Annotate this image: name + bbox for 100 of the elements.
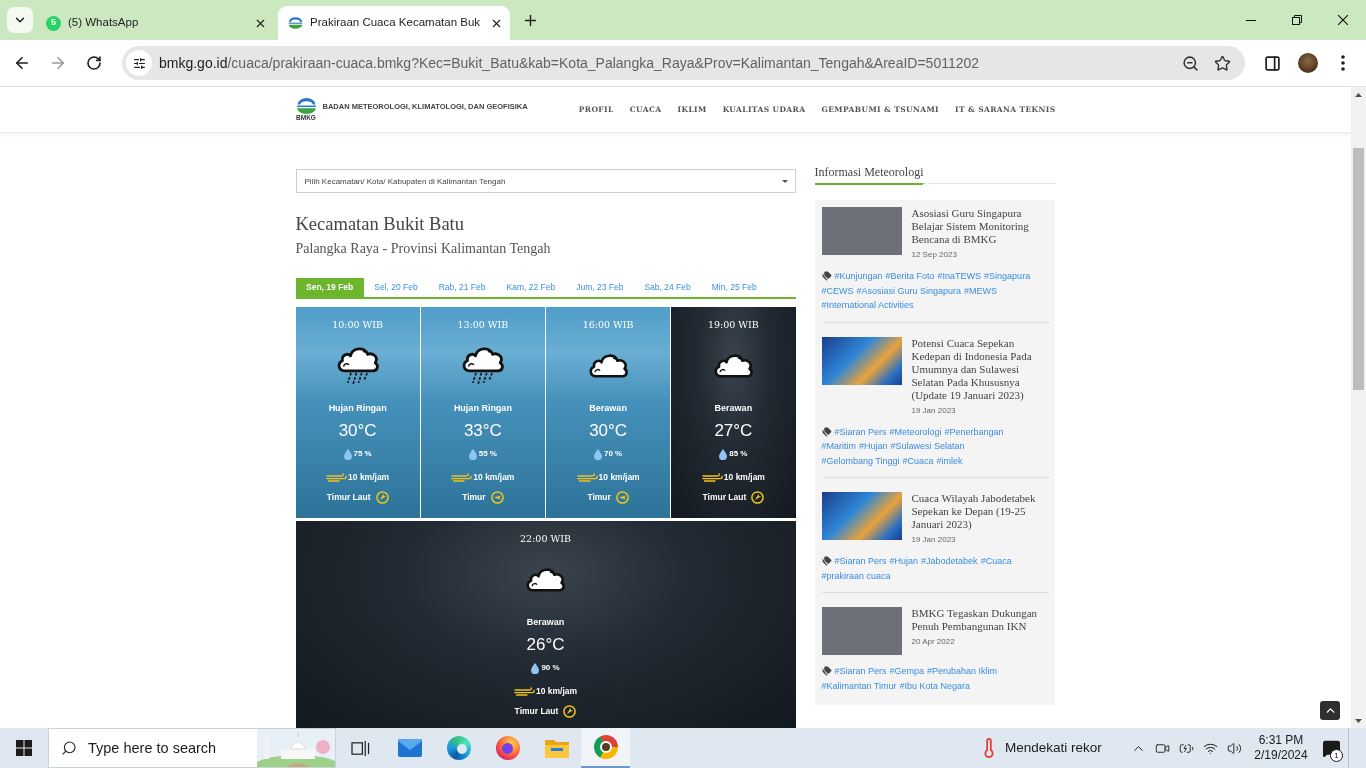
close-icon xyxy=(1338,15,1348,25)
forecast-time: 22:00 WIB xyxy=(520,533,571,545)
news-title[interactable]: Asosiasi Guru Singapura Belajar Sistem Monitoring Bencana di BMKG xyxy=(911,207,1046,246)
forecast-time: 19:00 WIB xyxy=(707,319,759,331)
caret-icon xyxy=(781,180,788,183)
wind-direction: Timur Laut xyxy=(326,491,371,503)
wind-icon xyxy=(513,686,535,696)
tag-link[interactable]: #Berita Foto xyxy=(885,269,935,284)
tag-link[interactable]: #Gempa xyxy=(889,664,925,679)
wifi-icon xyxy=(1202,740,1218,756)
tab-search-button[interactable] xyxy=(7,7,33,33)
tag-link[interactable]: #Hujan xyxy=(859,439,888,454)
wind-direction: Timur xyxy=(462,491,486,503)
tag-link[interactable]: #Kalimantan Timur xyxy=(821,678,897,693)
news-title[interactable]: Potensi Cuaca Sepekan Kedepan di Indonesia Pada Umumnya dan Sulawesi Selatan Pada Khususnya (Update 19 Januari 2023) xyxy=(911,336,1046,402)
clock-time[interactable]: 6:31 PM xyxy=(1258,733,1304,748)
triangle-down-icon xyxy=(1355,718,1362,723)
tag-link[interactable]: #Perubahan Iklim xyxy=(927,664,998,679)
water-drop-icon xyxy=(468,448,477,460)
windows-logo-icon xyxy=(16,740,32,756)
temperature: 30°C xyxy=(338,421,377,441)
tag-link[interactable]: #Siaran Pers xyxy=(834,664,887,679)
browser-tab[interactable]: 5 (5) WhatsApp xyxy=(36,6,274,40)
address-bar[interactable]: bmkg.go.id/cuaca/prakiraan-cuaca.bmkg?Kec=Bukit_Batu&kab=Kota_Palangka_Raya&Prov=Kalimantan_Tengah&AreaID=5011202 xyxy=(122,46,1245,80)
tag-link[interactable]: #Hujan xyxy=(889,554,919,569)
tag-link[interactable]: #Maritim xyxy=(821,439,856,454)
tag-link[interactable]: #Gelombang Tinggi xyxy=(821,453,900,468)
humidity-value: 70 % xyxy=(604,448,623,460)
scrollbar-thumb[interactable] xyxy=(1353,148,1364,390)
day-tab[interactable]: Sel, 20 Feb xyxy=(363,278,429,297)
news-date: 19 Jan 2023 xyxy=(911,535,957,545)
tag-link[interactable]: #Jabodetabek xyxy=(921,554,978,569)
tag-link[interactable]: #International Activities xyxy=(821,298,914,313)
taskbar-app-button[interactable] xyxy=(581,728,630,768)
wind-speed: 10 km/jam xyxy=(723,471,765,483)
task-view-icon xyxy=(351,739,370,757)
day-tab[interactable]: Sab, 24 Feb xyxy=(633,278,702,297)
water-drop-icon xyxy=(594,448,602,460)
news-date: 19 Jan 2023 xyxy=(911,405,957,416)
more-icon xyxy=(1341,55,1345,71)
tag-link[interactable]: #Meteorologi xyxy=(889,424,942,439)
temperature: 33°C xyxy=(463,421,502,441)
restore-icon xyxy=(1292,15,1302,25)
humidity-value: 90 % xyxy=(541,662,560,674)
rain-cloud-icon xyxy=(460,345,505,385)
news-title[interactable]: BMKG Tegaskan Dukungan Penuh Pembangunan IKN xyxy=(911,607,1046,633)
day-tab[interactable]: Jum, 23 Feb xyxy=(565,278,634,297)
browser-tab[interactable]: Prakiraan Cuaca Kecamatan Buk xyxy=(278,6,510,40)
tag-link[interactable]: #Cuaca xyxy=(902,453,934,468)
avatar-icon xyxy=(1298,53,1318,73)
tag-link[interactable]: #MEWS xyxy=(964,283,998,298)
water-drop-icon xyxy=(719,448,728,460)
weather-widget[interactable]: Mendekati rekor xyxy=(973,728,1121,768)
temperature: 27°C xyxy=(714,421,753,441)
tag-link[interactable]: #CEWS xyxy=(821,283,854,298)
temperature: 30°C xyxy=(589,421,628,441)
day-tab[interactable]: Min, 25 Feb xyxy=(701,278,768,297)
day-tab[interactable]: Kam, 22 Feb xyxy=(496,278,566,297)
clock-date[interactable]: 2/19/2024 xyxy=(1254,748,1308,763)
news-title[interactable]: Cuaca Wilayah Jabodetabek Sepekan ke Depan (19-25 Januari 2023) xyxy=(911,492,1046,531)
water-drop-icon xyxy=(343,448,352,460)
tag-link[interactable]: #Cuaca xyxy=(980,554,1012,569)
logo-icon xyxy=(295,98,317,114)
wind-direction: Timur Laut xyxy=(702,491,747,503)
map-placeholder[interactable] xyxy=(821,492,902,540)
envelope-icon xyxy=(397,739,422,757)
tag-link[interactable]: #Ibu Kota Negara xyxy=(899,678,971,693)
weather-condition: Hujan Ringan xyxy=(453,402,512,414)
map-placeholder[interactable] xyxy=(821,336,902,385)
favicon-badge: 5 xyxy=(46,15,61,31)
tag-link[interactable]: #Penerbangan xyxy=(944,424,1004,439)
search-icon xyxy=(61,740,77,756)
forecast-time: 10:00 WIB xyxy=(332,319,384,331)
weather-condition: Berawan xyxy=(526,616,565,628)
app-icon xyxy=(593,735,618,759)
wind-icon xyxy=(326,472,348,482)
wind-speed: 10 km/jam xyxy=(535,685,578,697)
forecast-time: 13:00 WIB xyxy=(457,319,509,331)
speaker-icon xyxy=(1226,740,1242,756)
tag-link[interactable]: #Singapura xyxy=(984,269,1031,284)
tag-link[interactable]: #Siaran Pers xyxy=(834,424,887,439)
notification-button[interactable]: 1 xyxy=(1316,728,1346,768)
tags-icon xyxy=(821,556,832,567)
tag-link[interactable]: #prakiraan cuaca xyxy=(821,568,891,583)
tune-icon xyxy=(132,56,146,70)
day-tab[interactable]: Rab, 21 Feb xyxy=(428,278,496,297)
tag-link[interactable]: #Kunjungan xyxy=(834,269,883,284)
cloud-icon xyxy=(525,566,566,592)
wind-speed: 10 km/jam xyxy=(348,471,390,483)
location-select[interactable]: Pilih Kecamatan/ Kota/ Kabupaten di Kalimantan Tengah xyxy=(295,169,796,193)
scroll-to-top-button[interactable] xyxy=(1320,701,1340,720)
tag-link[interactable]: #InaTEWS xyxy=(937,269,982,284)
tag-link[interactable]: #Sulawesi Selatan xyxy=(890,439,965,454)
day-tab[interactable]: Sen, 19 Feb xyxy=(295,278,364,297)
tag-link[interactable]: #Siaran Pers xyxy=(834,554,887,569)
humidity-value: 75 % xyxy=(353,448,372,460)
tag-link[interactable]: #imlek xyxy=(936,453,963,468)
wind-speed: 10 km/jam xyxy=(598,471,640,483)
tag-link[interactable]: #Asosiasi Guru Singapura xyxy=(856,283,962,298)
site-settings-button[interactable] xyxy=(126,50,152,76)
